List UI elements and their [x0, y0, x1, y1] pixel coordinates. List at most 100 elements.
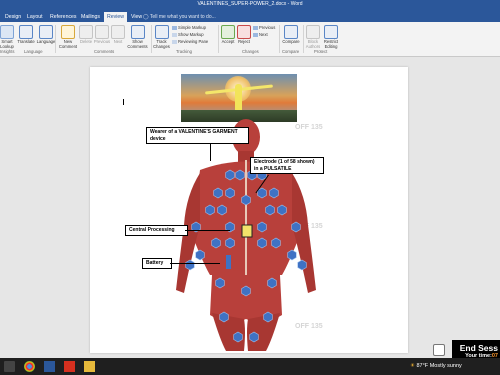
callout-line: [170, 263, 220, 264]
previous-comment-button[interactable]: Previous: [93, 25, 111, 45]
changes-previous-button[interactable]: Previous: [253, 25, 275, 30]
file-explorer-icon[interactable]: [84, 361, 95, 372]
word-icon[interactable]: [44, 361, 55, 372]
electrode-hexagon: [225, 237, 235, 249]
callout-electrode[interactable]: Electrode (1 of 58 shown) in a PULSATILE: [250, 157, 324, 174]
sun-icon: ☀: [410, 363, 415, 369]
tab-references[interactable]: References: [47, 12, 80, 22]
electrode-hexagon: [195, 249, 205, 261]
electrode-hexagon: [267, 277, 277, 289]
show-markup-icon: [172, 32, 177, 37]
group-separator: [151, 25, 152, 53]
electrode-hexagon: [271, 237, 281, 249]
previous-change-icon: [253, 25, 258, 30]
track-changes-icon: [154, 25, 169, 39]
electrode-hexagon: [297, 259, 307, 271]
language-button[interactable]: Language: [36, 25, 56, 45]
tab-mailings[interactable]: Mailings: [78, 12, 103, 22]
electrode-hexagon: [263, 311, 273, 323]
tab-layout[interactable]: Layout: [24, 12, 46, 22]
group-label-tracking: Tracking: [176, 49, 192, 54]
group-label-changes: Changes: [242, 49, 259, 54]
show-markup-dropdown[interactable]: Show Markup: [172, 32, 204, 37]
electrode-hexagon: [291, 221, 301, 233]
reviewing-pane-dropdown[interactable]: Reviewing Pane: [172, 39, 208, 44]
block-authors-button[interactable]: Block Authors: [305, 25, 321, 49]
central-processing-unit: [241, 224, 253, 238]
text-cursor: [123, 99, 124, 105]
group-separator: [218, 25, 219, 53]
callout-line: [210, 143, 211, 161]
next-comment-button[interactable]: Next: [111, 25, 125, 45]
tab-review[interactable]: Review: [104, 12, 128, 22]
next-change-icon: [253, 32, 258, 37]
reviewing-pane-icon: [172, 39, 177, 44]
electrode-hexagon: [217, 204, 227, 216]
electrode-hexagon: [233, 331, 243, 343]
electrode-hexagon: [235, 169, 245, 181]
group-separator: [55, 25, 56, 53]
callout-wearer[interactable]: Wearer of a VALENTINE'S GARMENT device: [146, 127, 249, 144]
restrict-editing-button[interactable]: Restrict Editing: [322, 25, 340, 49]
acrobat-icon[interactable]: [64, 361, 75, 372]
tell-me-search[interactable]: ◯ Tell me what you want to do...: [143, 12, 216, 22]
compare-icon: [284, 25, 298, 39]
callout-battery[interactable]: Battery: [142, 258, 172, 269]
group-label-protect: Protect: [314, 49, 328, 54]
compare-button[interactable]: Compare: [281, 25, 301, 45]
group-label-comments: Comments: [94, 49, 115, 54]
reject-button[interactable]: Reject: [237, 25, 251, 45]
comment-icon: [61, 25, 75, 39]
start-icon[interactable]: [4, 361, 15, 372]
electrode-hexagon: [215, 277, 225, 289]
electrode-hexagon: [219, 311, 229, 323]
electrode-hexagon: [211, 237, 221, 249]
electrode-hexagon: [257, 187, 267, 199]
callout-central-processing[interactable]: Central Processing: [125, 225, 188, 236]
previous-icon: [95, 25, 109, 39]
block-authors-icon: [306, 25, 320, 39]
title-bar: VALENTINES_SUPER-POWER_2.docx - Word: [0, 0, 500, 11]
group-separator: [279, 25, 280, 53]
notification-icon[interactable]: [433, 344, 445, 356]
weather-widget[interactable]: ☀ 87°F Mostly sunny: [410, 363, 462, 369]
changes-next-button[interactable]: Next: [253, 32, 268, 37]
accept-button[interactable]: Accept: [220, 25, 236, 45]
electrode-hexagon: [249, 331, 259, 343]
translate-icon: [19, 25, 33, 39]
translate-button[interactable]: Translate: [16, 25, 36, 45]
accept-icon: [221, 25, 235, 39]
electrode-hexagon: [241, 285, 251, 297]
delete-comment-button[interactable]: Delete: [79, 25, 93, 45]
taskbar: ☀ 87°F Mostly sunny: [0, 358, 500, 375]
callout-line: [185, 230, 230, 231]
markup-icon: [172, 25, 177, 30]
tab-design[interactable]: Design: [2, 12, 24, 22]
document-page[interactable]: OFF 135 OFF 135 OFF 135 Wearer of a VALE…: [90, 67, 408, 353]
electrode-hexagon: [241, 194, 251, 206]
end-session-title: End Sess: [459, 343, 498, 353]
next-icon: [111, 25, 125, 39]
window-title: VALENTINES_SUPER-POWER_2.docx - Word: [197, 1, 303, 7]
lock-icon: [324, 25, 338, 39]
reject-icon: [237, 25, 251, 39]
new-comment-button[interactable]: New Comment: [57, 25, 79, 49]
ribbon-tabs: Design Layout References Mailings Review…: [0, 11, 500, 22]
track-changes-button[interactable]: Track Changes: [153, 25, 170, 49]
show-comments-button[interactable]: Show Comments: [125, 25, 150, 49]
chrome-icon[interactable]: [24, 361, 35, 372]
electrode-hexagon: [225, 187, 235, 199]
smart-lookup-button[interactable]: Smart Lookup: [0, 25, 14, 49]
group-label-compare: Compare: [282, 49, 300, 54]
electrode-hexagon: [213, 187, 223, 199]
language-icon: [39, 25, 53, 39]
electrode-hexagon: [265, 204, 275, 216]
battery-pack: [226, 255, 231, 269]
simple-markup-dropdown[interactable]: Simple Markup: [172, 25, 206, 30]
show-comments-icon: [130, 25, 145, 39]
electrode-hexagon: [185, 259, 195, 271]
electrode-hexagon: [257, 237, 267, 249]
electrode-hexagon: [257, 221, 267, 233]
lightbulb-icon: ◯: [143, 14, 149, 20]
electrode-hexagon: [225, 169, 235, 181]
